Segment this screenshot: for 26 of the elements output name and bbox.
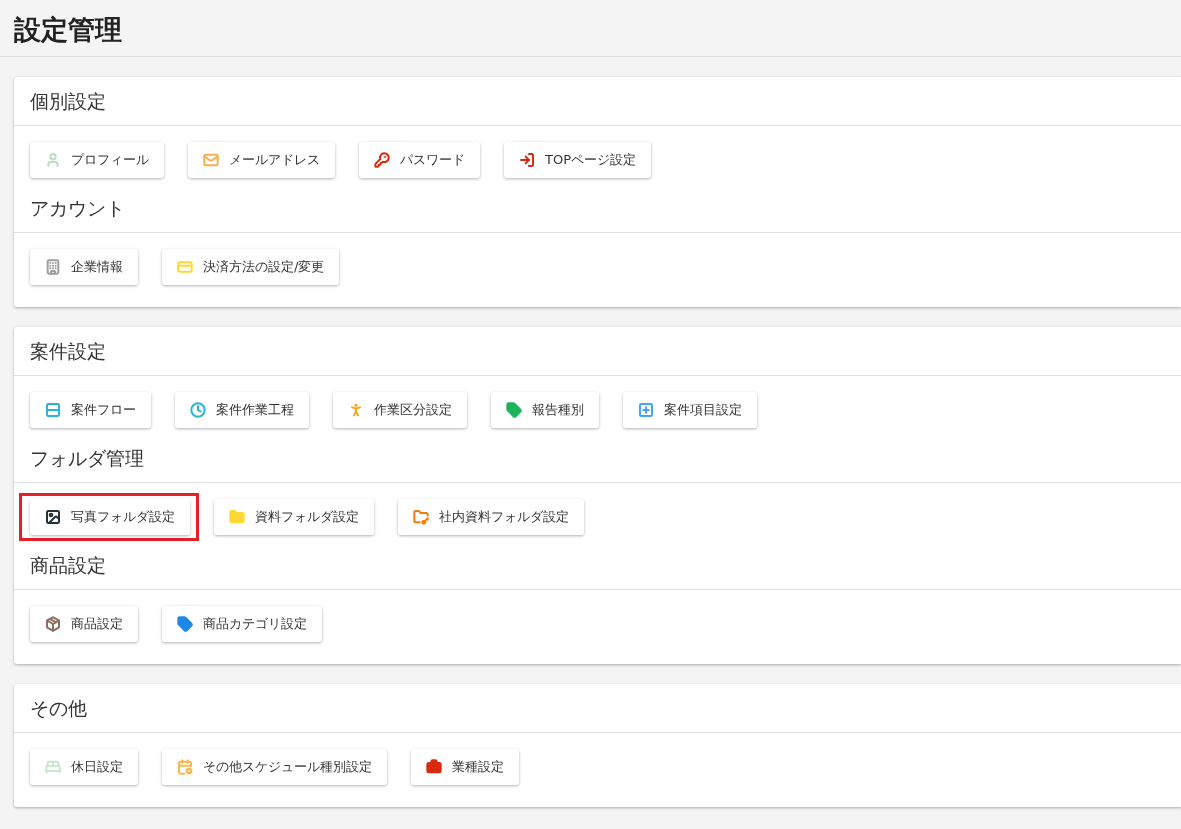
settings-button[interactable]: その他スケジュール種別設定 [162, 749, 387, 785]
settings-button[interactable]: 決済方法の設定/変更 [162, 249, 340, 285]
section-title: その他 [14, 684, 1181, 733]
section-title: 商品設定 [14, 541, 1181, 590]
settings-button[interactable]: 写真フォルダ設定 [30, 499, 190, 535]
settings-button[interactable]: 案件作業工程 [175, 392, 309, 428]
settings-button[interactable]: TOPページ設定 [504, 142, 651, 178]
settings-button[interactable]: 報告種別 [491, 392, 599, 428]
settings-button[interactable]: 業種設定 [411, 749, 519, 785]
settings-button[interactable]: 案件項目設定 [623, 392, 757, 428]
settings-button[interactable]: 案件フロー [30, 392, 151, 428]
settings-button[interactable]: プロフィール [30, 142, 164, 178]
settings-button[interactable]: 作業区分設定 [333, 392, 467, 428]
section-title: フォルダ管理 [14, 434, 1181, 483]
settings-button[interactable]: 商品カテゴリ設定 [162, 606, 322, 642]
page-title: 設定管理 [0, 0, 1181, 57]
settings-button[interactable]: 社内資料フォルダ設定 [398, 499, 584, 535]
section-title: アカウント [14, 184, 1181, 233]
settings-button[interactable]: パスワード [359, 142, 480, 178]
settings-button[interactable]: 企業情報 [30, 249, 138, 285]
settings-button[interactable]: 休日設定 [30, 749, 138, 785]
section-title: 案件設定 [14, 327, 1181, 376]
settings-button[interactable]: メールアドレス [188, 142, 335, 178]
settings-button[interactable]: 商品設定 [30, 606, 138, 642]
section-title: 個別設定 [14, 77, 1181, 126]
settings-button[interactable]: 資料フォルダ設定 [214, 499, 374, 535]
